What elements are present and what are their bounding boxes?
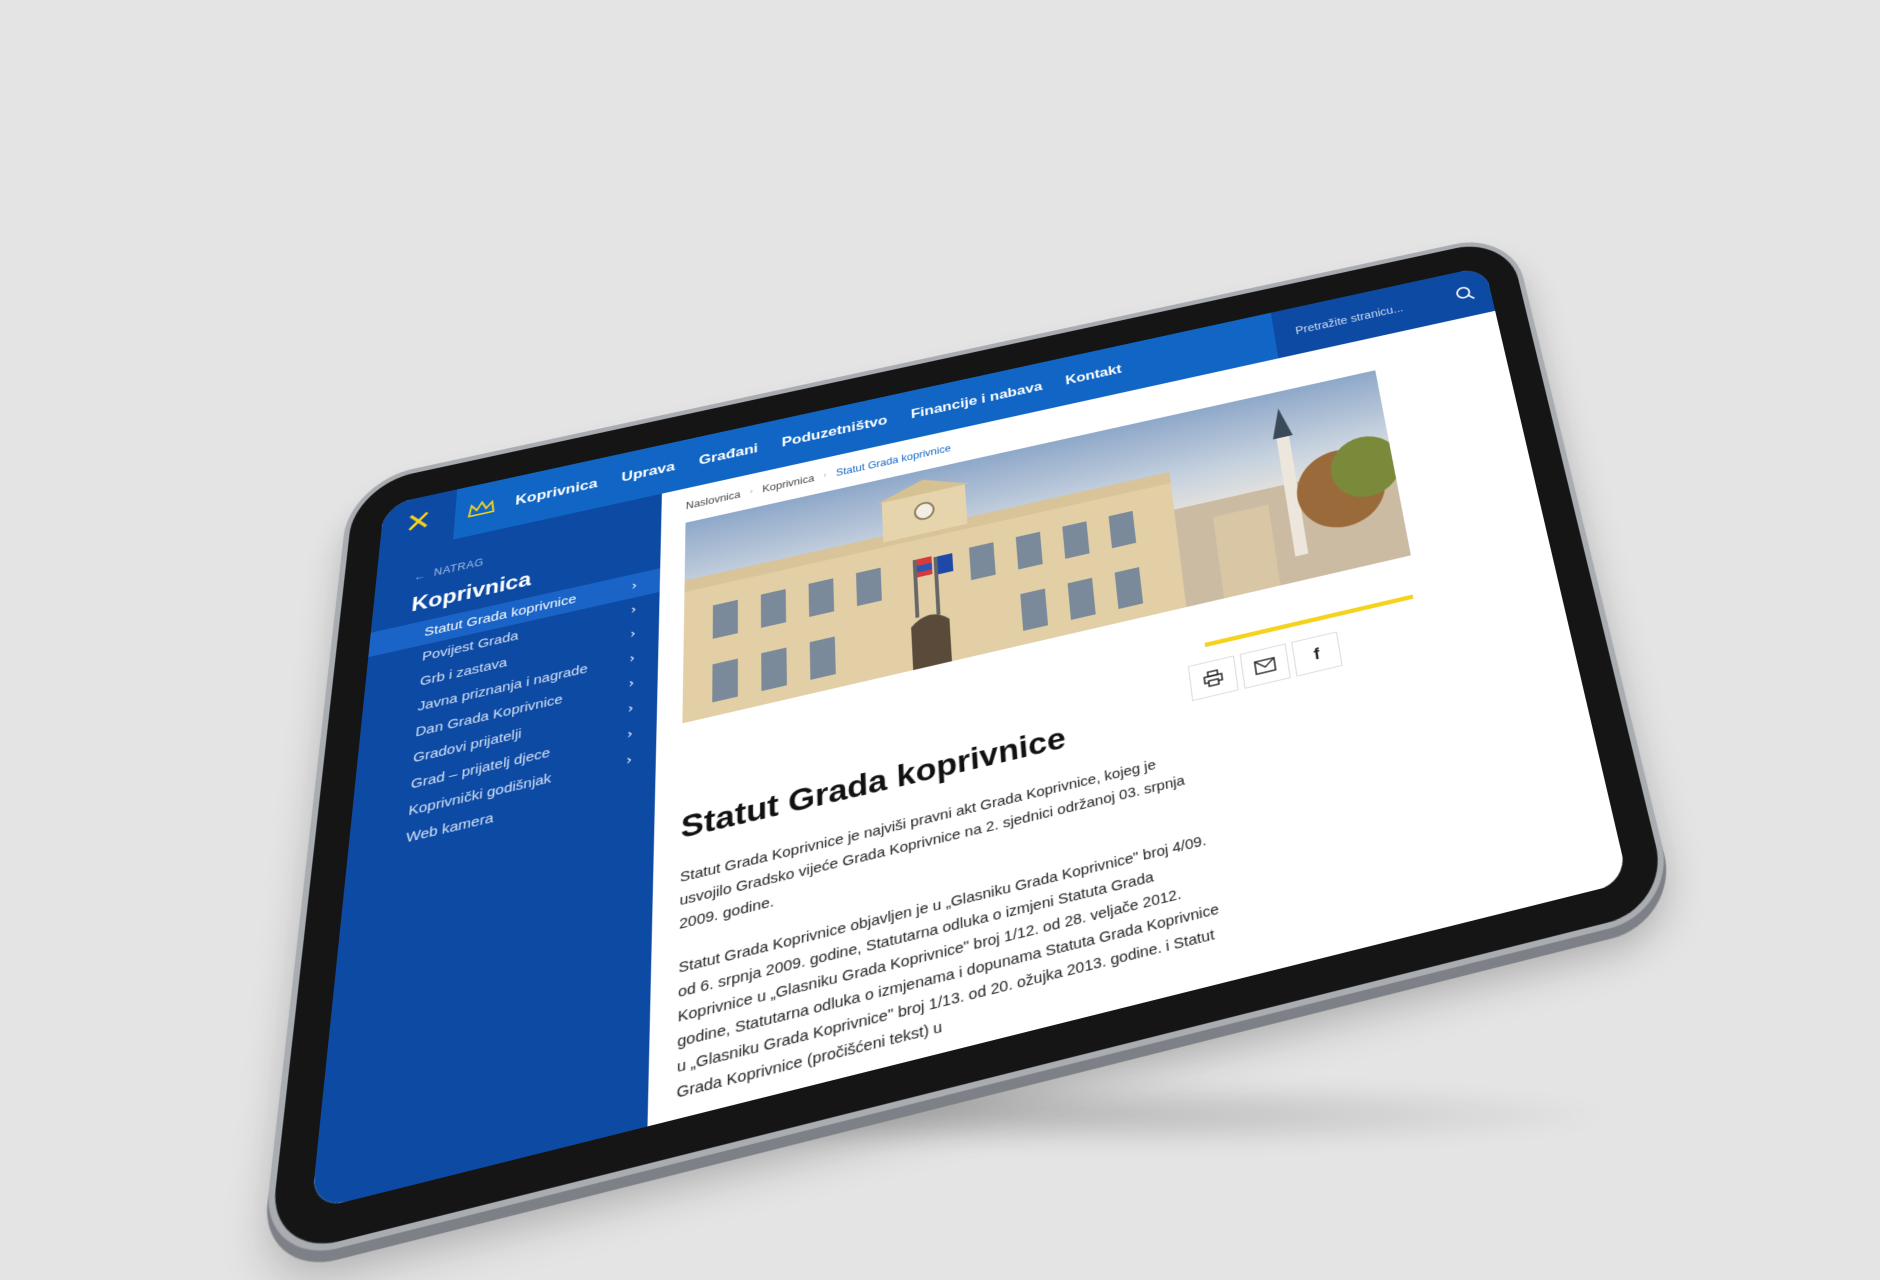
logo[interactable]: [455, 495, 509, 522]
nav-item-poduzetnistvo[interactable]: Poduzetništvo: [782, 412, 888, 450]
nav-item-gradani[interactable]: Građani: [699, 441, 758, 469]
chevron-right-icon: ›: [823, 471, 827, 480]
sidebar-item-prijatelj-djece[interactable]: Grad – prijatelj djece ›: [352, 715, 657, 811]
mockup-stage: ✕ Koprivnica Uprava Građani Poduzetništv…: [0, 0, 1880, 1280]
chevron-right-icon: ›: [629, 626, 636, 642]
sidebar-item-label: Web kamera: [405, 810, 494, 847]
mail-icon: [1254, 657, 1277, 676]
sidebar-item-label: Gradovi prijatelji: [412, 726, 522, 767]
print-icon: [1203, 668, 1224, 688]
nav-item-kontakt[interactable]: Kontakt: [1065, 362, 1123, 389]
nav-item-koprivnica[interactable]: Koprivnica: [515, 476, 598, 509]
facebook-button[interactable]: f: [1291, 631, 1343, 677]
sidebar-item-web-kamera[interactable]: Web kamera: [347, 767, 656, 865]
chevron-right-icon: ›: [749, 487, 754, 497]
search-input[interactable]: Pretražite stranicu...: [1294, 302, 1404, 337]
sidebar-item-label: Koprivnički godišnjak: [407, 770, 552, 820]
search-icon[interactable]: [1454, 284, 1476, 303]
chevron-right-icon: ›: [629, 650, 636, 666]
sidebar-item-label: Grad – prijatelj djece: [410, 744, 551, 793]
breadcrumb-koprivnica[interactable]: Koprivnica: [762, 473, 814, 495]
crown-icon: [467, 498, 496, 520]
page-title: Statut Grada koprivnice: [680, 720, 1067, 846]
print-button[interactable]: [1187, 655, 1239, 702]
facebook-icon: f: [1312, 644, 1321, 663]
close-icon: ✕: [403, 503, 434, 542]
breadcrumb-home[interactable]: Naslovnica: [686, 489, 741, 512]
chevron-right-icon: ›: [628, 675, 635, 691]
chevron-right-icon: ›: [627, 700, 634, 717]
chevron-right-icon: ›: [626, 726, 633, 742]
chevron-right-icon: ›: [630, 602, 637, 617]
nav-item-uprava[interactable]: Uprava: [621, 459, 675, 486]
chevron-right-icon: ›: [631, 578, 638, 593]
mail-button[interactable]: [1239, 643, 1291, 689]
chevron-right-icon: ›: [626, 752, 633, 768]
